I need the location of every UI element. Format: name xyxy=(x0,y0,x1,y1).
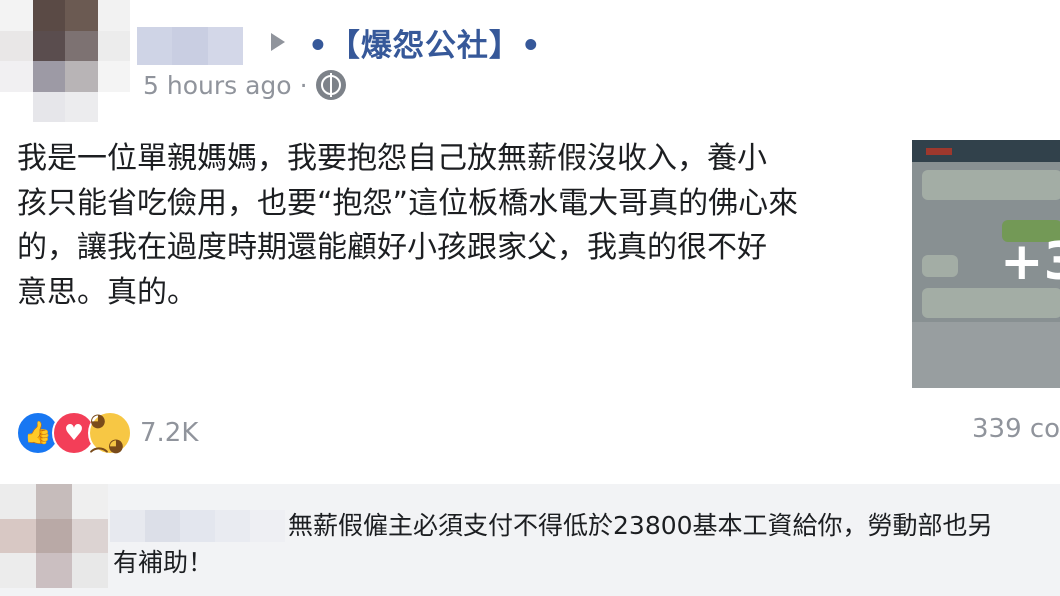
post-text-line: 孩只能省吃儉用，也要“抱怨”這位板橋水電大哥真的佛心來 xyxy=(17,185,799,221)
globe-icon[interactable] xyxy=(315,70,346,100)
reaction-count[interactable]: 7.2K xyxy=(140,418,198,448)
post-timestamp[interactable]: 5 hours ago xyxy=(143,71,292,100)
post-text-line: 的，讓我在過度時期還能顧好小孩跟家父，我真的很不好 xyxy=(17,230,767,265)
poster-avatar[interactable] xyxy=(0,0,130,122)
comment-text-line: 無薪假僱主必須支付不得低於23800基本工資給你，勞動部也另 xyxy=(288,511,993,540)
reactions-bar[interactable]: 👍 ♥ ◕︵◕ 7.2K xyxy=(16,410,198,456)
meta-separator: · xyxy=(299,70,308,100)
post-photo[interactable]: +3 xyxy=(912,140,1060,388)
poster-name[interactable] xyxy=(137,27,243,65)
sad-icon: ◕︵◕ xyxy=(88,410,132,456)
post-text-line: 意思。真的。 xyxy=(17,274,197,310)
more-photos-count[interactable]: +3 xyxy=(1000,232,1060,292)
commenter-name[interactable] xyxy=(110,510,285,542)
comments-count[interactable]: 339 co xyxy=(972,414,1060,444)
post-meta: 5 hours ago · xyxy=(143,70,346,100)
commenter-avatar[interactable] xyxy=(0,484,108,588)
comment-text-line: 有補助！ xyxy=(113,548,214,577)
post-text: 我是一位單親媽媽，我要抱怨自己放無薪假沒收入，養小 孩只能省吃儉用，也要“抱怨”… xyxy=(17,137,877,315)
shared-to-arrow-icon xyxy=(271,33,285,51)
group-name-link[interactable]: •【爆怨公社】• xyxy=(308,20,542,65)
post-text-line: 我是一位單親媽媽，我要抱怨自己放無薪假沒收入，養小 xyxy=(17,141,767,176)
